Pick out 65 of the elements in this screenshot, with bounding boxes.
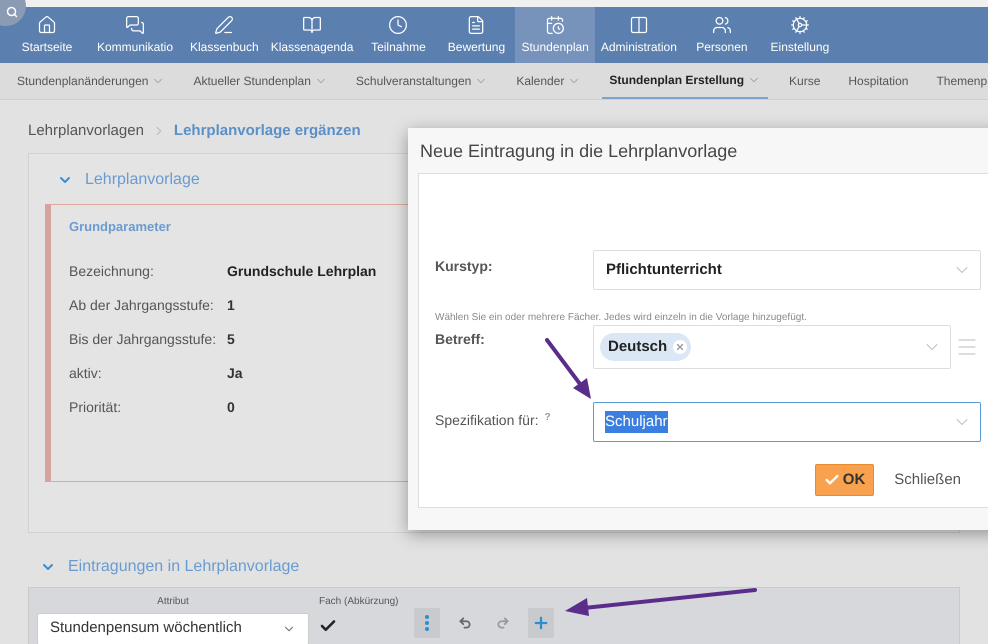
nav-tab[interactable]: Kommunikatio <box>86 7 184 63</box>
ok-button[interactable]: OK <box>814 464 874 496</box>
breadcrumb-link[interactable]: Lehrplanvorlagen <box>28 120 144 142</box>
field-label: Ab der Jahrgangsstufe: <box>69 296 215 315</box>
pen-icon <box>214 14 234 34</box>
field-label: Priorität: <box>69 398 122 417</box>
nav-tab[interactable]: Startseite <box>8 7 86 63</box>
field-label: aktiv: <box>69 364 103 383</box>
clock-icon <box>388 14 408 34</box>
add-button[interactable] <box>528 608 554 638</box>
calendar-icon <box>545 14 566 34</box>
subnav-tab[interactable]: Aktueller Stundenplan <box>186 63 335 99</box>
subnav-tab[interactable]: Stundenplan Erstellung <box>602 63 768 99</box>
kebab-icon <box>425 614 430 630</box>
search-icon <box>6 6 18 18</box>
nav-tab[interactable]: Einstellung <box>760 7 839 63</box>
nav-tab[interactable]: Klassenagenda <box>264 7 360 63</box>
subnav-tab[interactable]: Themenp <box>929 63 988 99</box>
document-icon <box>466 14 486 34</box>
field-value: 1 <box>227 296 235 315</box>
breadcrumb-current: Lehrplanvorlage ergänzen <box>174 121 361 141</box>
dialog-title: Neue Eintragung in die Lehrplanvorlage <box>419 140 738 163</box>
subject-multiselect[interactable]: Deutsch <box>593 325 951 369</box>
undo-icon <box>458 616 472 630</box>
course-type-select[interactable]: Pflichtunterricht <box>593 250 981 290</box>
subnav-tab[interactable]: Kalender <box>509 63 588 99</box>
nav-tab[interactable]: Klassenbuch <box>184 7 265 63</box>
card-title: Grundparameter <box>69 218 172 236</box>
nav-tab[interactable]: Bewertung <box>437 7 516 63</box>
nav-tab[interactable]: Administration <box>594 7 683 63</box>
specification-label: Spezifikation für: <box>435 411 538 430</box>
field-value: 5 <box>227 330 235 349</box>
subject-label: Fach (Abkürzung) <box>319 594 398 608</box>
home-icon <box>37 14 57 34</box>
hint-text: Wählen Sie ein oder mehrere Fächer. Jedes wird einzeln in die Vorlage hinzugefügt. <box>435 311 808 325</box>
chip-label: Deutsch <box>608 336 668 357</box>
nav-tab[interactable]: Teilnahme <box>359 7 438 63</box>
attribute-select[interactable]: Stundenpensum wöchentlich <box>37 612 309 644</box>
more-button[interactable] <box>414 608 440 638</box>
columns-icon <box>628 14 649 34</box>
field-value: 0 <box>227 398 235 417</box>
plus-icon <box>532 614 550 632</box>
people-icon <box>712 14 732 34</box>
attribute-label: Attribut <box>157 594 189 608</box>
specification-select[interactable]: Schuljahr <box>593 402 981 442</box>
help-mark[interactable]: ? <box>544 410 551 425</box>
gear-icon <box>790 14 810 34</box>
subnav-tab[interactable]: Kurse <box>782 63 828 99</box>
chat-icon <box>125 14 145 34</box>
field-value: Grundschule Lehrplan <box>227 262 376 281</box>
close-icon <box>675 342 686 352</box>
subnav-tab[interactable]: Stundenplanänderungen <box>10 63 172 99</box>
field-label: Bezeichnung: <box>69 262 155 281</box>
redo-icon <box>496 616 510 630</box>
field-label: Bis der Jahrgangsstufe: <box>69 330 218 349</box>
field-value: Ja <box>227 364 243 383</box>
subnav-tab[interactable]: Hospitation <box>841 63 916 99</box>
nav-tab[interactable]: Personen <box>682 7 761 63</box>
remove-chip-button[interactable] <box>673 340 688 354</box>
course-type-label: Kurstyp: <box>435 257 494 276</box>
book-icon <box>302 14 322 34</box>
subject-label: Betreff: <box>435 330 486 349</box>
subnav-tab[interactable]: Schulveranstaltungen <box>348 63 496 99</box>
close-button[interactable]: Schließen <box>894 468 961 492</box>
nav-tab[interactable]: Stundenplan <box>515 7 595 63</box>
